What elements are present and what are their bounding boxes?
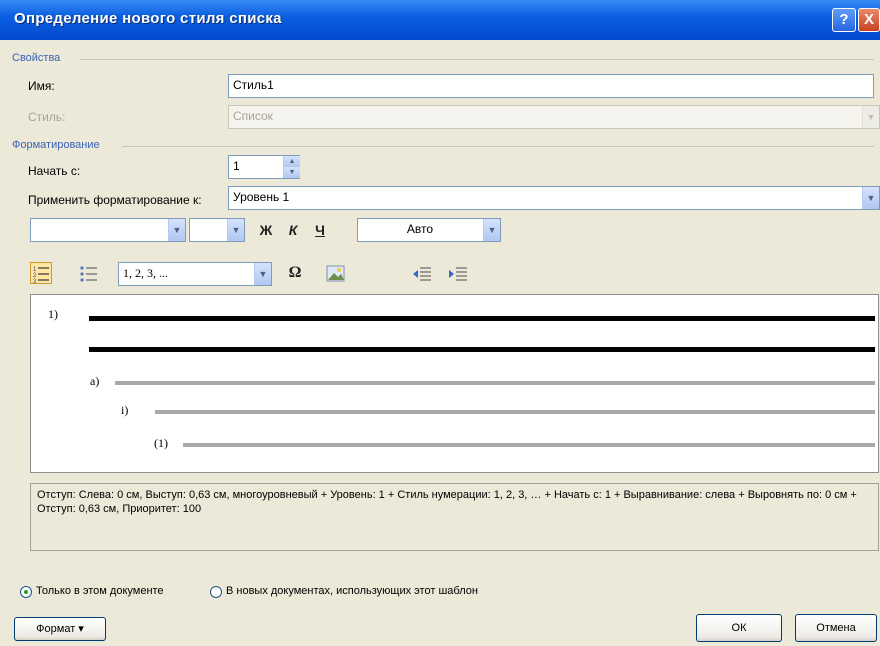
- numbered-list-icon[interactable]: 1 2 3: [30, 262, 52, 285]
- preview-level1-line-2: [89, 347, 875, 352]
- preview-level2-line: [115, 381, 875, 385]
- apply-to-chevron-down-icon[interactable]: ▼: [862, 187, 879, 209]
- style-select-chevron-down-icon: ▼: [862, 106, 879, 128]
- increase-indent-icon[interactable]: [448, 264, 468, 284]
- apply-to-select[interactable]: Уровень 1: [228, 186, 880, 210]
- font-size-chevron-down-icon[interactable]: ▼: [227, 219, 244, 241]
- start-at-value: 1: [233, 159, 240, 173]
- only-this-document-label[interactable]: Только в этом документе: [36, 585, 164, 597]
- list-preview: 1) a) i) (1): [30, 294, 879, 473]
- preview-level4-label: (1): [154, 436, 168, 450]
- insert-picture-icon[interactable]: [326, 264, 346, 284]
- style-description: Отступ: Слева: 0 см, Выступ: 0,63 см, мн…: [30, 483, 879, 551]
- style-select: Список: [228, 105, 880, 129]
- font-name-select[interactable]: [30, 218, 186, 242]
- ok-button[interactable]: ОК: [696, 614, 782, 642]
- bulleted-list-icon[interactable]: [78, 262, 100, 284]
- style-label: Стиль:: [28, 110, 66, 124]
- properties-section-title: Свойства: [12, 52, 61, 64]
- start-at-down-icon[interactable]: ▼: [283, 167, 300, 178]
- only-this-document-radio[interactable]: [20, 586, 32, 598]
- apply-to-value: Уровень 1: [233, 190, 290, 204]
- font-color-value: Авто: [406, 222, 434, 236]
- font-name-chevron-down-icon[interactable]: ▼: [168, 219, 185, 241]
- preview-level1-line: [89, 316, 875, 321]
- dialog-title: Определение нового стиля списка: [14, 10, 282, 27]
- start-at-label: Начать с:: [28, 164, 81, 178]
- preview-level3-line: [155, 410, 875, 414]
- formatting-section-title: Форматирование: [12, 139, 100, 151]
- preview-level2-label: a): [90, 374, 100, 388]
- decrease-indent-icon[interactable]: [412, 264, 432, 284]
- font-color-chevron-down-icon[interactable]: ▼: [483, 219, 500, 241]
- preview-level4-line: [183, 443, 875, 447]
- bold-button[interactable]: Ж: [255, 222, 277, 238]
- preview-level1-label: 1): [48, 307, 58, 321]
- italic-button[interactable]: К: [282, 222, 304, 238]
- name-input[interactable]: Стиль1: [228, 74, 874, 98]
- format-button[interactable]: Формат ▾: [14, 617, 106, 641]
- preview-level3-label: i): [121, 403, 129, 417]
- format-button-label: Формат: [36, 623, 76, 635]
- formatting-divider: [122, 146, 874, 147]
- cancel-button[interactable]: Отмена: [795, 614, 877, 642]
- apply-to-label: Применить форматирование к:: [28, 193, 202, 207]
- start-at-up-icon[interactable]: ▲: [283, 156, 300, 167]
- format-chevron-down-icon: ▾: [78, 623, 84, 635]
- new-documents-label[interactable]: В новых документах, использующих этот ша…: [226, 585, 478, 597]
- help-button[interactable]: ?: [832, 8, 856, 32]
- properties-divider: [80, 59, 874, 60]
- close-button[interactable]: X: [858, 8, 880, 32]
- font-color-select[interactable]: Авто: [357, 218, 501, 242]
- name-label: Имя:: [28, 79, 55, 93]
- underline-button[interactable]: Ч: [309, 222, 331, 238]
- style-select-value: Список: [233, 109, 273, 123]
- insert-symbol-button[interactable]: Ω: [284, 264, 306, 282]
- radio-selected-dot: [24, 590, 28, 594]
- numbering-format-value: 1, 2, 3, ...: [123, 266, 168, 280]
- numbering-format-chevron-down-icon[interactable]: ▼: [254, 263, 271, 285]
- numbering-format-select[interactable]: 1, 2, 3, ...: [118, 262, 272, 286]
- new-documents-radio[interactable]: [210, 586, 222, 598]
